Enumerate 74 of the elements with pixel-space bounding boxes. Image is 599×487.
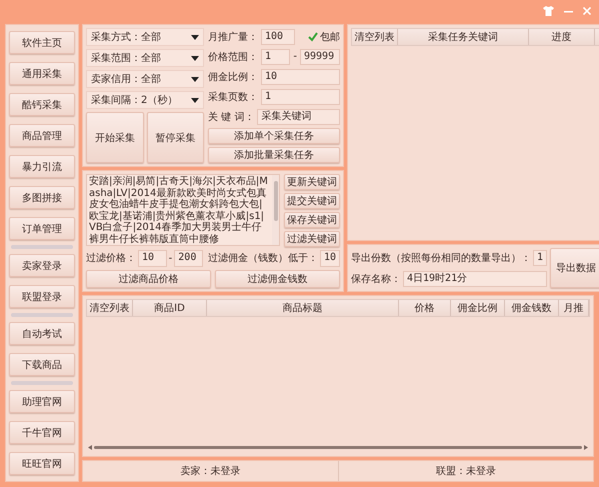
horizontal-scrollbar[interactable] (88, 444, 588, 451)
checkbox[interactable] (308, 32, 318, 42)
column-header: 采集任务关键词 (398, 29, 530, 45)
column-header: 佣金钱数 (505, 300, 559, 316)
input-field[interactable]: 1 (533, 250, 548, 266)
input-field[interactable]: 1 (261, 88, 340, 104)
checkbox-label[interactable]: 包邮 (320, 30, 340, 44)
keyword-text-area[interactable]: 安踏|亲润|易简|古奇天|海尔|天衣布品|Masha|LV|2014最新款欧美时尚女式包真皮女包油蜡牛皮手提包潮女斜跨包大包|欧宝龙|基诺浦|贵州紫色薰衣草小威|s1|VB白盒子|2014春季加大男装男士牛仔裤男牛仔长裤韩版直筒中腰修 (86, 174, 280, 246)
input-field[interactable]: 200 (174, 250, 203, 266)
dropdown[interactable]: 采集范围：全部 (86, 49, 204, 67)
field-label: 采集页数： (208, 90, 258, 104)
sidebar-button[interactable]: 助理官网 (9, 390, 75, 413)
sidebar-button[interactable]: 商品管理 (9, 124, 75, 147)
caret-icon (191, 76, 199, 82)
sidebar-button[interactable]: 多图拼接 (9, 186, 75, 209)
range-separator: - (168, 252, 172, 264)
keyword-button[interactable]: 更新关键词 (284, 174, 340, 190)
column-header: 月推 (559, 300, 589, 316)
status-text: 卖家：未登录 (180, 464, 240, 478)
input-field[interactable]: 1 (261, 48, 290, 64)
keyword-button[interactable]: 提交关键词 (284, 193, 340, 209)
column-header: 佣金比例 (451, 300, 505, 316)
start-button[interactable]: 开始采集 (86, 112, 144, 163)
close-icon[interactable] (583, 7, 591, 15)
dropdown[interactable]: 采集间隔：2（秒） (86, 91, 204, 109)
caret-icon (191, 34, 199, 40)
field-label: 导出份数（按照每份相同的数量导出）： (351, 252, 531, 264)
input-field[interactable]: 采集关键词 (257, 108, 340, 124)
input-field[interactable]: 4日19时21分 (403, 270, 548, 286)
add-task-button[interactable]: 添加批量采集任务 (208, 147, 340, 163)
input-field[interactable]: 100 (261, 28, 295, 44)
add-task-button[interactable]: 添加单个采集任务 (208, 128, 340, 144)
shirt-icon[interactable] (543, 6, 554, 16)
scrollbar[interactable] (272, 175, 279, 245)
field-label: 过滤佣金（钱数）低于： (208, 252, 318, 265)
pause-button[interactable]: 暂停采集 (146, 112, 204, 163)
column-header: 进度 (529, 29, 596, 45)
column-header: 商品标题 (207, 300, 399, 316)
clear-list-button[interactable]: 清空列表 (87, 300, 133, 316)
filter-button[interactable]: 过滤商品价格 (86, 270, 211, 288)
field-label: 佣金比例： (208, 70, 258, 84)
input-field[interactable]: 10 (261, 68, 340, 84)
sidebar-button[interactable]: 通用采集 (9, 62, 75, 85)
input-field[interactable]: 10 (320, 250, 340, 266)
sidebar-button[interactable]: 自动考试 (9, 322, 75, 345)
sidebar-button[interactable]: 旺旺官网 (9, 452, 75, 475)
column-header: 价格 (399, 300, 451, 316)
sidebar-button[interactable]: 下载商品 (9, 353, 75, 376)
sidebar-button[interactable]: 卖家登录 (9, 254, 75, 277)
field-label: 价格范围： (208, 50, 258, 64)
caret-icon (191, 56, 199, 60)
clear-list-button[interactable]: 清空列表 (352, 29, 398, 45)
sidebar-button[interactable]: 软件主页 (9, 31, 75, 54)
keyword-button[interactable]: 保存关键词 (284, 212, 340, 228)
export-button[interactable]: 导出数据 (550, 248, 599, 288)
sidebar-button[interactable]: 订单管理 (9, 217, 75, 240)
filter-button[interactable]: 过滤佣金钱数 (215, 270, 340, 288)
input-field[interactable]: 10 (138, 250, 167, 266)
column-header: 商品ID (133, 300, 207, 316)
field-label: 月推广量： (208, 30, 258, 44)
range-separator: - (293, 51, 297, 62)
field-label: 保存名称： (351, 272, 401, 286)
keyword-button[interactable]: 过滤关键词 (284, 231, 340, 247)
sidebar-button[interactable]: 联盟登录 (9, 285, 75, 308)
status-text: 联盟：未登录 (436, 464, 496, 478)
sidebar-button[interactable]: 酷钙采集 (9, 93, 75, 116)
sidebar-button[interactable]: 暴力引流 (9, 155, 75, 178)
field-label: 关 键 词： (208, 110, 254, 124)
dropdown[interactable]: 采集方式：全部 (86, 28, 204, 46)
dropdown[interactable]: 卖家信用：全部 (86, 70, 204, 88)
sidebar-button[interactable]: 千牛官网 (9, 421, 75, 444)
field-label: 过滤价格： (86, 252, 136, 265)
caret-icon (191, 98, 199, 102)
input-field[interactable]: 99999 (300, 48, 340, 64)
